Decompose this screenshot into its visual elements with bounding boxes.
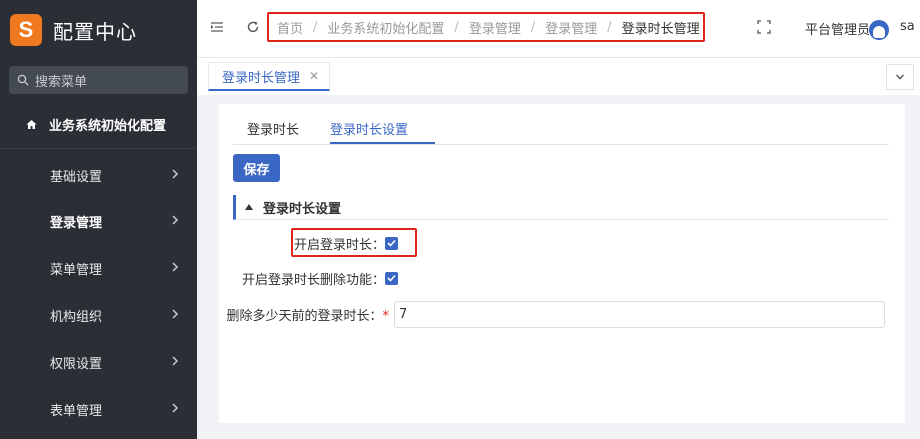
search-icon	[17, 74, 29, 86]
sidebar-item-label: 机构组织	[50, 309, 103, 325]
close-icon[interactable]: ✕	[309, 69, 319, 83]
breadcrumb-item-home[interactable]: 首页	[277, 18, 303, 37]
enable-login-duration-checkbox[interactable]	[385, 236, 398, 250]
collapse-menu-icon[interactable]	[210, 20, 224, 34]
fullscreen-icon[interactable]	[757, 20, 771, 34]
app-title: 配置中心	[53, 19, 137, 44]
breadcrumb: 首页 / 业务系统初始化配置 / 登录管理 / 登录管理 / 登录时长管理	[267, 12, 705, 42]
user-role[interactable]: 平台管理员	[805, 19, 870, 38]
sidebar-item-label: 基础设置	[50, 169, 103, 185]
chevron-right-icon	[172, 403, 179, 413]
breadcrumb-item-login-management-2[interactable]: 登录管理	[545, 18, 597, 37]
section-title: 登录时长设置	[263, 201, 342, 217]
enable-delete-checkbox[interactable]	[385, 271, 398, 285]
breadcrumb-item-business-init[interactable]: 业务系统初始化配置	[327, 18, 444, 37]
form-row-enable: 开启登录时长：	[219, 231, 398, 255]
delete-days-label: 删除多少天前的登录时长：*	[219, 305, 389, 324]
avatar[interactable]	[869, 20, 889, 40]
breadcrumb-separator: /	[607, 19, 612, 35]
tab-login-duration-settings[interactable]: 登录时长设置	[330, 119, 408, 138]
sidebar-item-basic-settings[interactable]: 基础设置	[0, 152, 197, 198]
collapse-triangle-icon	[245, 204, 253, 210]
app-logo: S	[10, 14, 42, 46]
form-row-delete: 开启登录时长删除功能：	[219, 266, 398, 290]
sidebar-item-label: 表单管理	[50, 403, 103, 419]
avatar-face-icon	[873, 26, 885, 38]
sidebar-item-business-init[interactable]: 业务系统初始化配置	[0, 101, 197, 149]
page-tabbar: 登录时长管理 ✕	[197, 58, 920, 95]
sidebar-item-organization[interactable]: 机构组织	[0, 292, 197, 338]
chevron-down-icon	[896, 74, 904, 80]
chevron-right-icon	[172, 215, 179, 225]
inner-tabs: 登录时长 登录时长设置	[233, 104, 889, 145]
top-header: 首页 / 业务系统初始化配置 / 登录管理 / 登录管理 / 登录时长管理 平台…	[197, 0, 920, 58]
delete-days-label-text: 删除多少天前的登录时长：	[226, 308, 383, 324]
sidebar-item-label: 登录管理	[50, 215, 103, 231]
breadcrumb-separator: /	[530, 19, 536, 35]
form-row-days: 删除多少天前的登录时长：*	[219, 302, 389, 326]
check-icon	[387, 239, 396, 247]
breadcrumb-item-login-management[interactable]: 登录管理	[469, 18, 521, 37]
logo-letter: S	[18, 17, 34, 42]
enable-delete-label: 开启登录时长删除功能：	[241, 272, 385, 288]
sidebar-item-label: 业务系统初始化配置	[49, 119, 167, 134]
search-placeholder: 搜索菜单	[35, 74, 88, 90]
main-content: 登录时长 登录时长设置 保存 登录时长设置 开启登录时长： 开启登录时长删除功能…	[219, 104, 905, 423]
menu-search-input[interactable]: 搜索菜单	[9, 66, 188, 94]
required-mark: *	[382, 308, 390, 324]
user-name[interactable]: sa	[900, 19, 915, 34]
sidebar-item-permissions[interactable]: 权限设置	[0, 339, 197, 385]
chevron-right-icon	[172, 169, 179, 179]
delete-days-input[interactable]: 7	[394, 301, 885, 328]
section-header[interactable]: 登录时长设置	[233, 195, 889, 220]
check-icon	[387, 274, 396, 282]
active-tab-underline	[330, 142, 435, 144]
page-tab-login-duration[interactable]: 登录时长管理 ✕	[208, 62, 330, 91]
sidebar: S 配置中心 搜索菜单 业务系统初始化配置 基础设置 登录管理 菜单管理 机构组…	[0, 0, 197, 439]
tab-login-duration[interactable]: 登录时长	[247, 119, 299, 138]
breadcrumb-separator: /	[454, 19, 459, 35]
save-button[interactable]: 保存	[233, 154, 280, 182]
chevron-right-icon	[172, 309, 179, 319]
home-icon	[26, 120, 37, 129]
tab-dropdown-button[interactable]	[886, 64, 914, 90]
breadcrumb-item-current: 登录时长管理	[621, 21, 700, 37]
chevron-right-icon	[172, 356, 179, 366]
sidebar-item-login-management[interactable]: 登录管理	[0, 198, 197, 244]
logo-row: S 配置中心	[0, 0, 197, 60]
breadcrumb-separator: /	[313, 19, 318, 35]
chevron-right-icon	[172, 262, 179, 272]
sidebar-item-menu-management[interactable]: 菜单管理	[0, 245, 197, 291]
sidebar-item-label: 菜单管理	[50, 262, 103, 278]
refresh-icon[interactable]	[246, 20, 260, 34]
delete-days-value: 7	[399, 307, 408, 322]
sidebar-item-form-management[interactable]: 表单管理	[0, 386, 197, 432]
sidebar-item-label: 权限设置	[50, 356, 103, 372]
enable-login-duration-label: 开启登录时长：	[293, 237, 385, 253]
page-tab-label: 登录时长管理	[222, 70, 301, 86]
